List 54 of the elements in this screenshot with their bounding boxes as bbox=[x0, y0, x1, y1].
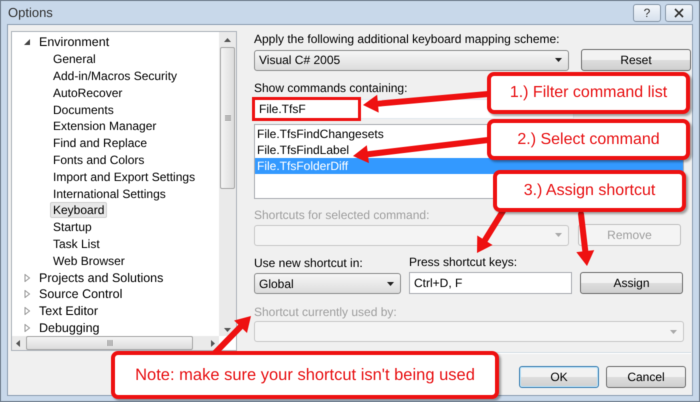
tree-item[interactable]: Text Editor bbox=[36, 303, 102, 320]
field-label: Use new shortcut in: bbox=[254, 255, 363, 271]
caret-icon bbox=[387, 282, 394, 286]
tree-item[interactable]: AutoRecover bbox=[50, 84, 126, 101]
dropdown[interactable]: Visual C# 2005 bbox=[254, 50, 569, 70]
grip-icon bbox=[106, 340, 112, 346]
field-label: Apply the following additional keyboard mapping scheme: bbox=[254, 31, 560, 47]
assign-button[interactable]: Assign bbox=[580, 272, 683, 294]
tree-item[interactable]: Projects and Solutions bbox=[36, 270, 166, 286]
tree-item[interactable]: Documents bbox=[50, 102, 117, 118]
reset-button[interactable]: Reset bbox=[581, 49, 691, 71]
list-item[interactable]: File.TfsFindChangesets bbox=[255, 126, 384, 142]
callout: 3.) Assign shortcut bbox=[493, 170, 686, 212]
vertical-scrollbar[interactable] bbox=[219, 32, 236, 336]
field-label: Show commands containing: bbox=[254, 80, 408, 96]
tree-item[interactable]: International Settings bbox=[50, 186, 169, 202]
left-arrow-icon bbox=[16, 340, 20, 346]
tree-item[interactable]: Fonts and Colors bbox=[50, 152, 148, 168]
dropdown[interactable]: Global bbox=[254, 273, 401, 294]
tree-item[interactable]: Extension Manager bbox=[50, 118, 160, 134]
up-arrow-icon bbox=[224, 38, 231, 42]
grip-icon bbox=[224, 115, 230, 121]
down-arrow-icon bbox=[224, 328, 231, 332]
tree-item[interactable]: Find and Replace bbox=[50, 135, 150, 152]
field-label: Press shortcut keys: bbox=[409, 254, 518, 270]
close-icon bbox=[674, 8, 684, 18]
field-label: Shortcut currently used by: bbox=[254, 304, 397, 320]
tree-item[interactable]: Startup bbox=[50, 219, 95, 236]
caret-icon bbox=[670, 330, 677, 334]
callout: 1.) Filter command list bbox=[487, 72, 690, 114]
list-item[interactable]: File.TfsFindLabel bbox=[255, 142, 350, 158]
tree-item[interactable]: Keyboard bbox=[50, 202, 108, 218]
close-button[interactable] bbox=[665, 4, 693, 22]
arrow bbox=[576, 211, 594, 266]
tree-item[interactable]: Debugging bbox=[36, 320, 102, 336]
caret-icon bbox=[555, 233, 562, 237]
shortcut-field[interactable]: Ctrl+D, F bbox=[409, 272, 572, 294]
window-title: Options bbox=[8, 5, 53, 20]
callout: 2.) Select command bbox=[487, 119, 690, 160]
tree-item[interactable]: Source Control bbox=[36, 286, 126, 302]
help-button[interactable]: ? bbox=[633, 4, 661, 22]
callout: Note: make sure your shortcut isn't being used bbox=[111, 351, 499, 399]
right-arrow-icon bbox=[211, 340, 215, 346]
tree-item[interactable]: Add-in/Macros Security bbox=[50, 68, 180, 84]
tree-item[interactable]: General bbox=[50, 51, 99, 68]
tree-item[interactable]: Task List bbox=[50, 236, 103, 252]
tree-item[interactable]: Environment bbox=[36, 34, 112, 50]
tree-item[interactable]: Web Browser bbox=[50, 252, 128, 269]
field-label: Shortcuts for selected command: bbox=[254, 207, 430, 223]
tree-item[interactable]: Import and Export Settings bbox=[50, 168, 198, 185]
cancel-button[interactable]: Cancel bbox=[606, 366, 686, 388]
ok-button[interactable]: OK bbox=[519, 366, 599, 388]
horizontal-scrollbar[interactable] bbox=[12, 336, 219, 350]
caret-icon bbox=[555, 58, 562, 62]
